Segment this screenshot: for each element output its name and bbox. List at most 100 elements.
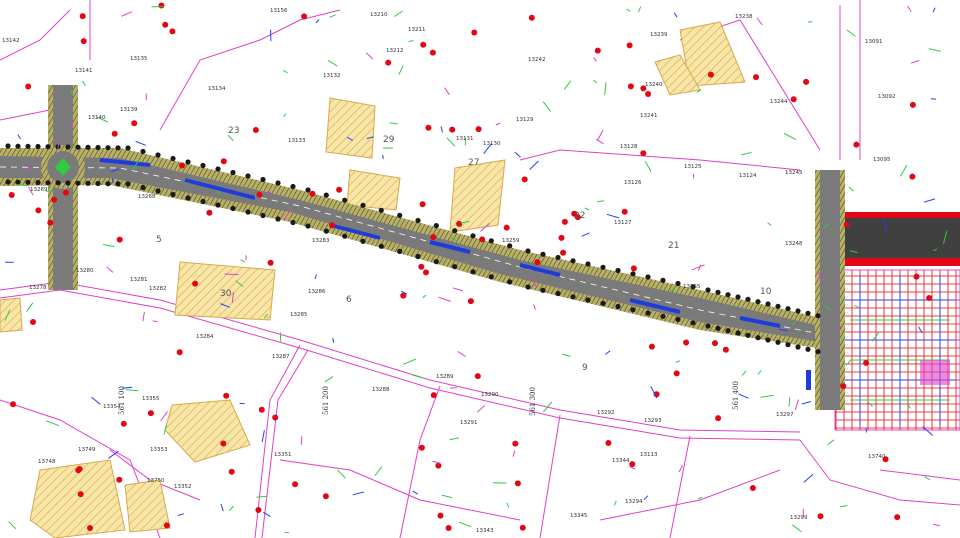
survey-marker xyxy=(803,78,810,85)
tree-symbol xyxy=(125,145,131,151)
tree-symbol xyxy=(35,179,41,186)
survey-marker xyxy=(418,444,425,451)
map-feature xyxy=(741,370,747,376)
map-feature xyxy=(848,186,854,192)
tree-symbol xyxy=(342,197,348,203)
tree-symbol xyxy=(115,145,121,151)
survey-marker xyxy=(627,83,634,90)
tree-symbol xyxy=(715,325,721,331)
map-feature xyxy=(26,302,34,312)
survey-marker xyxy=(87,525,93,531)
tree-symbol xyxy=(470,269,476,275)
tree-symbol xyxy=(645,274,651,280)
map-feature xyxy=(928,48,941,52)
parcel-label: 13282 xyxy=(149,286,167,292)
survey-marker xyxy=(435,462,442,469)
tree-symbol xyxy=(570,294,576,300)
tree-symbol xyxy=(690,320,696,326)
map-feature xyxy=(329,14,336,18)
survey-marker xyxy=(79,13,86,20)
tree-symbol xyxy=(660,313,666,319)
survey-marker xyxy=(817,513,824,520)
map-feature xyxy=(495,122,501,126)
map-feature xyxy=(678,465,684,473)
tree-symbol xyxy=(290,219,296,226)
survey-marker xyxy=(853,141,860,148)
tree-symbol xyxy=(305,223,311,229)
tree-symbol xyxy=(45,180,51,186)
map-feature xyxy=(638,6,642,13)
parcel-label: 13133 xyxy=(288,138,306,144)
survey-marker xyxy=(528,14,535,21)
station-label: 561 300 xyxy=(529,387,537,416)
survey-marker xyxy=(322,493,329,500)
survey-marker xyxy=(176,349,183,356)
tree-symbol xyxy=(615,303,621,310)
tree-symbol xyxy=(45,144,51,150)
tree-symbol xyxy=(630,271,636,277)
survey-marker xyxy=(561,218,568,225)
block-number: 6 xyxy=(346,295,352,305)
tree-symbol xyxy=(275,216,281,222)
survey-marker xyxy=(62,189,69,196)
tree-symbol xyxy=(342,233,348,239)
block-number: 23 xyxy=(228,126,239,136)
map-feature xyxy=(300,436,303,445)
survey-marker xyxy=(47,219,54,226)
survey-marker xyxy=(648,343,655,350)
tree-symbol xyxy=(95,180,101,187)
tree-symbol xyxy=(785,342,791,348)
parcel-label: 13113 xyxy=(640,452,658,458)
parcel-label: 13134 xyxy=(208,86,226,92)
tree-symbol xyxy=(775,303,781,309)
map-feature xyxy=(604,82,607,96)
block-number: 10 xyxy=(760,287,772,297)
map-feature xyxy=(827,439,835,446)
survey-marker xyxy=(423,269,429,276)
map-feature xyxy=(177,513,185,516)
parcel-label: 13135 xyxy=(130,56,148,62)
tree-symbol xyxy=(305,187,311,193)
map-feature xyxy=(82,80,86,86)
tree-symbol xyxy=(200,162,206,169)
survey-marker xyxy=(8,192,15,198)
survey-marker xyxy=(329,222,335,229)
survey-marker xyxy=(220,440,227,447)
tree-symbol xyxy=(805,310,811,316)
parcel-label: 13351 xyxy=(274,452,292,458)
parcel-label: 13124 xyxy=(739,173,757,179)
tree-symbol xyxy=(795,344,801,350)
survey-marker xyxy=(309,190,316,197)
tree-symbol xyxy=(815,313,821,319)
tree-symbol xyxy=(290,183,296,190)
map-feature xyxy=(452,287,464,292)
tree-symbol xyxy=(378,207,384,213)
survey-marker xyxy=(80,38,87,45)
parcel-label: 13353 xyxy=(150,447,168,453)
tree-symbol xyxy=(260,176,266,183)
survey-marker xyxy=(909,173,916,180)
survey-marker xyxy=(228,468,235,475)
tree-symbol xyxy=(85,144,91,150)
survey-marker xyxy=(51,196,58,203)
tree-symbol xyxy=(600,264,606,270)
tree-symbol xyxy=(488,238,494,244)
survey-marker xyxy=(147,410,154,417)
map-feature xyxy=(160,411,168,422)
survey-marker xyxy=(512,440,519,447)
map-feature xyxy=(794,399,799,411)
tree-symbol xyxy=(215,166,221,172)
map-feature xyxy=(224,273,239,276)
block-number: 27 xyxy=(468,158,479,168)
tree-symbol xyxy=(488,274,494,280)
block-number: 9 xyxy=(582,363,588,373)
tree-symbol xyxy=(525,248,531,254)
survey-marker xyxy=(558,234,565,241)
survey-marker xyxy=(640,150,647,157)
map-feature xyxy=(907,5,912,13)
tree-symbol xyxy=(397,248,403,254)
tree-symbol xyxy=(815,349,821,355)
parcel-label: 13352 xyxy=(174,484,192,490)
map-feature xyxy=(337,469,346,479)
survey-marker xyxy=(116,476,123,483)
